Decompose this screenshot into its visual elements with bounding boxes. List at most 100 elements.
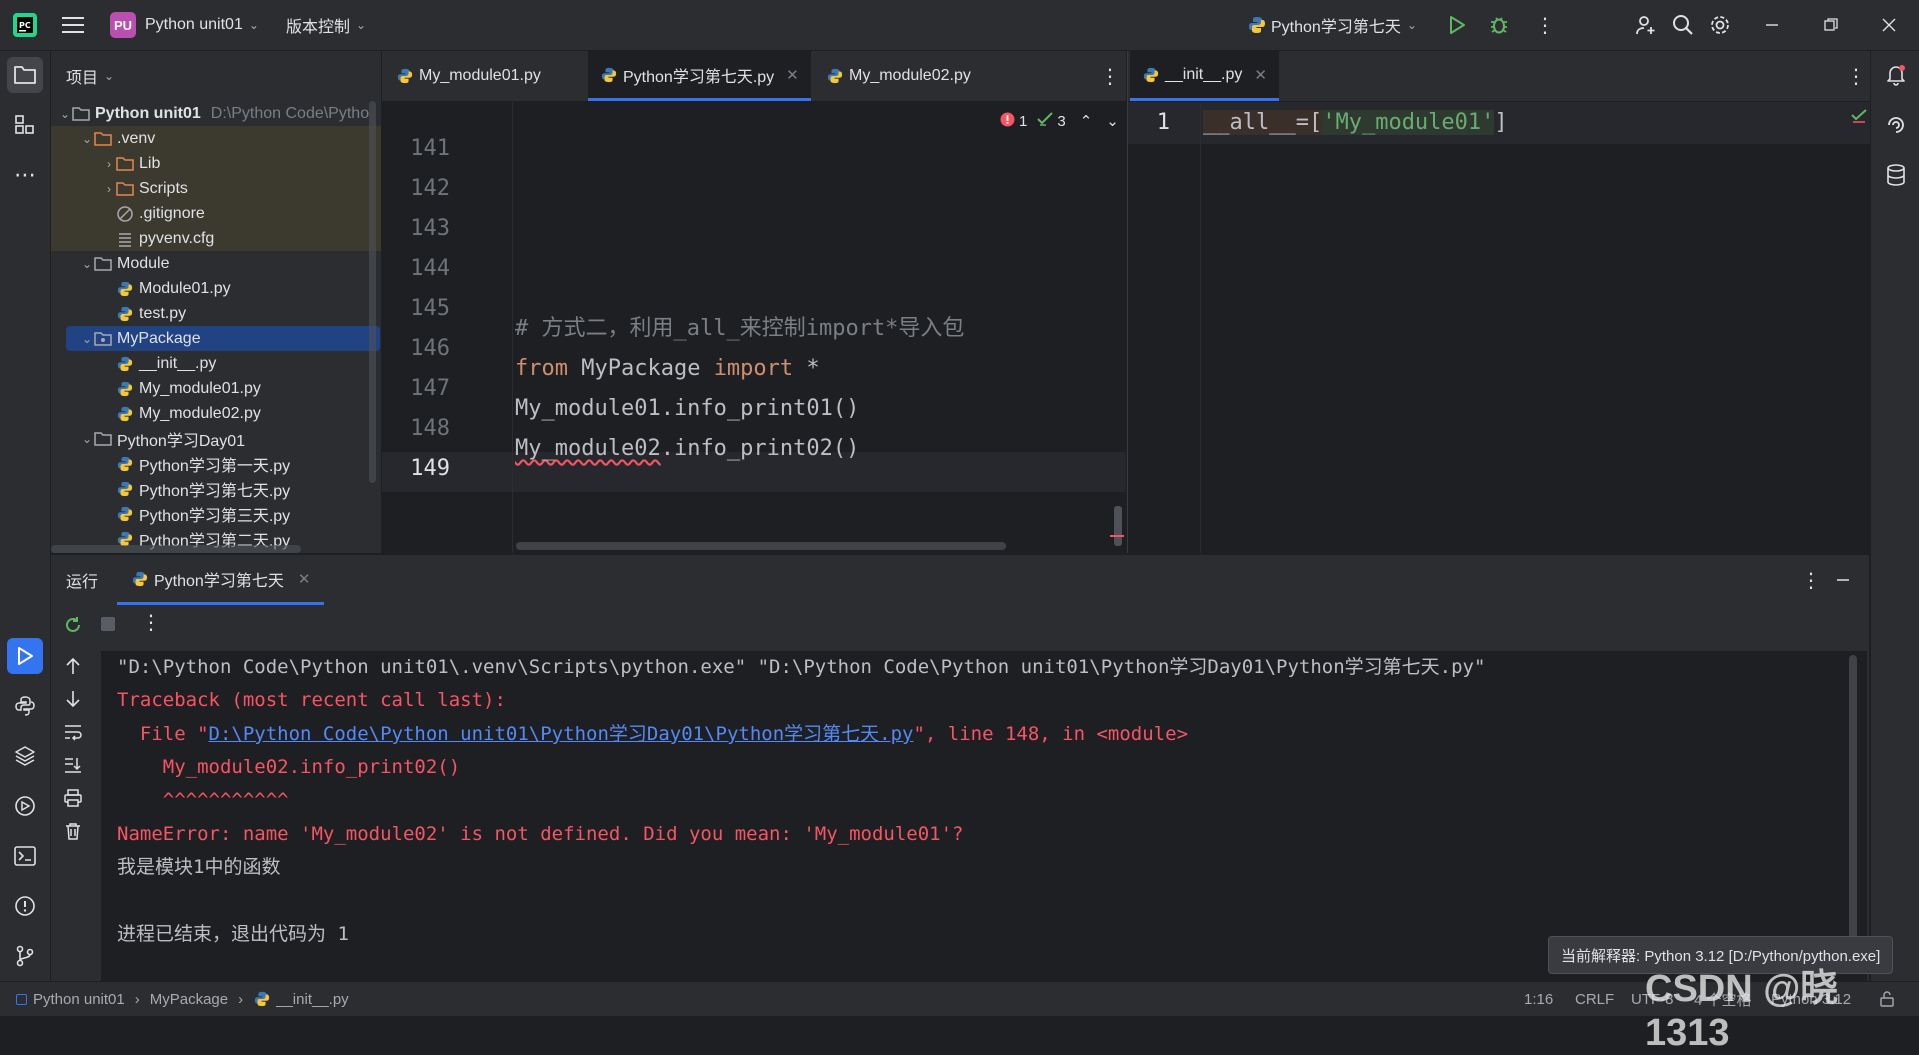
restore-icon[interactable]	[1824, 0, 1838, 50]
no-problems-check-icon[interactable]	[1851, 109, 1867, 128]
breadcrumb-project[interactable]: Python unit01	[33, 991, 125, 1008]
caret-position[interactable]: 1:16	[1524, 982, 1553, 1016]
tab-init[interactable]: __init__.py ✕	[1130, 51, 1279, 101]
python-file-icon	[600, 66, 618, 84]
project-tool-icon[interactable]	[7, 57, 43, 93]
problems-icon[interactable]	[7, 888, 43, 924]
tree-item-test[interactable]: test.py	[51, 301, 381, 326]
tree-item-day1[interactable]: Python学习第一天.py	[51, 451, 381, 476]
more-run-actions-icon[interactable]: ⋮	[141, 610, 161, 635]
services-icon[interactable]	[7, 788, 43, 824]
tab-my-module01[interactable]: My_module01.py	[384, 51, 553, 101]
project-vertical-scrollbar[interactable]	[369, 101, 376, 483]
line-separator[interactable]: CRLF	[1575, 982, 1614, 1016]
console-scrollbar[interactable]	[1849, 655, 1857, 945]
soft-wrap-icon[interactable]	[64, 723, 82, 746]
run-icon[interactable]	[1447, 0, 1467, 50]
tree-item-my-module02[interactable]: My_module02.py	[51, 401, 381, 426]
main-menu-icon[interactable]	[62, 0, 84, 50]
tree-item-venv[interactable]: ⌄ .venv	[51, 126, 381, 151]
tabs-more-icon[interactable]: ⋮	[1088, 51, 1132, 101]
prev-problem-icon[interactable]: ⌃	[1080, 112, 1093, 130]
close-window-icon[interactable]	[1882, 0, 1896, 50]
more-tools-icon[interactable]: ⋯	[7, 157, 43, 193]
rerun-icon[interactable]	[63, 615, 83, 640]
tree-item-my-module01[interactable]: My_module01.py	[51, 376, 381, 401]
tree-item-day3[interactable]: Python学习第三天.py	[51, 501, 381, 526]
tab-label: Python学习第七天.py	[623, 68, 775, 86]
run-tool-icon[interactable]	[7, 638, 43, 674]
tree-item-day01[interactable]: ⌄ Python学习Day01	[51, 426, 381, 451]
tree-item-mypackage[interactable]: ⌄ MyPackage	[66, 326, 380, 351]
structure-tool-icon[interactable]	[7, 107, 43, 143]
close-tab-icon[interactable]: ✕	[1254, 66, 1267, 84]
vcs-menu[interactable]: 版本控制 ⌄	[286, 0, 366, 50]
stop-icon[interactable]	[101, 617, 115, 631]
console-output[interactable]: "D:\Python Code\Python unit01\.venv\Scri…	[101, 651, 1867, 981]
hide-panel-icon[interactable]	[1836, 555, 1850, 605]
project-horizontal-scrollbar[interactable]	[51, 545, 301, 553]
project-panel-header[interactable]: 项目 ⌄	[51, 51, 381, 101]
console-file-link[interactable]: D:\Python Code\Python unit01\Python学习Day…	[209, 723, 914, 745]
tree-item-gitignore[interactable]: .gitignore	[51, 201, 381, 226]
tree-item-day7[interactable]: Python学习第七天.py	[51, 476, 381, 501]
breadcrumb-separator-icon: ›	[134, 990, 140, 1008]
line-number: 145	[410, 296, 450, 321]
folder-icon	[94, 255, 112, 273]
add-user-icon[interactable]	[1635, 0, 1657, 50]
tree-item-scripts[interactable]: › Scripts	[51, 176, 381, 201]
editor-vertical-scrollbar[interactable]	[1114, 506, 1122, 546]
tree-item-module[interactable]: ⌄ Module	[51, 251, 381, 276]
scroll-to-end-icon[interactable]	[64, 756, 82, 779]
more-actions-icon[interactable]: ⋮	[1535, 0, 1555, 50]
clear-all-trash-icon[interactable]	[64, 822, 82, 845]
minimize-icon[interactable]	[1765, 0, 1779, 50]
folder-icon	[94, 430, 112, 448]
console-program-output: 我是模块1中的函数	[117, 856, 281, 878]
package-folder-icon	[94, 330, 112, 348]
tree-item-pyvenv[interactable]: pyvenv.cfg	[51, 226, 381, 251]
tree-root[interactable]: ⌄ Python unit01 D:\Python Code\Pytho	[51, 101, 381, 126]
scroll-down-icon[interactable]	[65, 690, 81, 713]
editor-horizontal-scrollbar[interactable]	[516, 542, 1006, 550]
tab-label: __init__.py	[1165, 65, 1243, 83]
ai-assistant-icon[interactable]	[1878, 107, 1914, 143]
tree-item-label: Python学习Day01	[117, 432, 246, 450]
project-switcher[interactable]: PU Python unit01 ⌄	[110, 0, 259, 50]
next-problem-icon[interactable]: ⌄	[1106, 112, 1119, 130]
database-icon[interactable]	[1878, 157, 1914, 193]
error-stripe-mark[interactable]	[1110, 535, 1124, 537]
breadcrumb-file[interactable]: __init__.py	[276, 991, 349, 1008]
python-packages-icon[interactable]	[7, 738, 43, 774]
python-file-icon	[396, 67, 414, 85]
tree-item-lib[interactable]: › Lib	[51, 151, 381, 176]
tabs-more-icon[interactable]: ⋮	[1834, 51, 1878, 101]
run-config-selector[interactable]: Python学习第七天 ⌄	[1248, 0, 1417, 50]
package-name: MyPackage	[567, 356, 714, 381]
line-number: 144	[410, 256, 450, 281]
tab-my-module02[interactable]: My_module02.py	[814, 51, 983, 101]
tab-python-day7[interactable]: Python学习第七天.py ✕	[588, 51, 811, 101]
code-all-line[interactable]: __all__=['My_module01']	[1203, 103, 1508, 143]
tree-item-module01[interactable]: Module01.py	[51, 276, 381, 301]
run-tab[interactable]: Python学习第七天 ✕	[117, 555, 325, 605]
tree-item-init[interactable]: __init__.py	[51, 351, 381, 376]
terminal-icon[interactable]	[7, 838, 43, 874]
inspections-widget[interactable]: 1 3 ⌃ ⌄	[1000, 111, 1119, 131]
print-icon[interactable]	[64, 789, 82, 812]
breadcrumb-package[interactable]: MyPackage	[150, 991, 228, 1008]
root-path: D:\Python Code\Pytho	[210, 104, 370, 122]
python-console-icon[interactable]	[7, 688, 43, 724]
close-tab-icon[interactable]: ✕	[298, 570, 311, 588]
git-icon[interactable]	[7, 938, 43, 974]
pycharm-logo-icon[interactable]: PC	[12, 0, 38, 50]
python-file-icon	[826, 67, 844, 85]
close-tab-icon[interactable]: ✕	[786, 66, 799, 84]
search-icon[interactable]	[1672, 0, 1694, 50]
debug-icon[interactable]	[1488, 0, 1510, 50]
run-options-icon[interactable]: ⋮	[1801, 555, 1821, 605]
scroll-up-icon[interactable]	[65, 657, 81, 680]
python-file-icon	[116, 355, 134, 373]
notifications-icon[interactable]	[1878, 57, 1914, 93]
settings-gear-icon[interactable]	[1709, 0, 1731, 50]
